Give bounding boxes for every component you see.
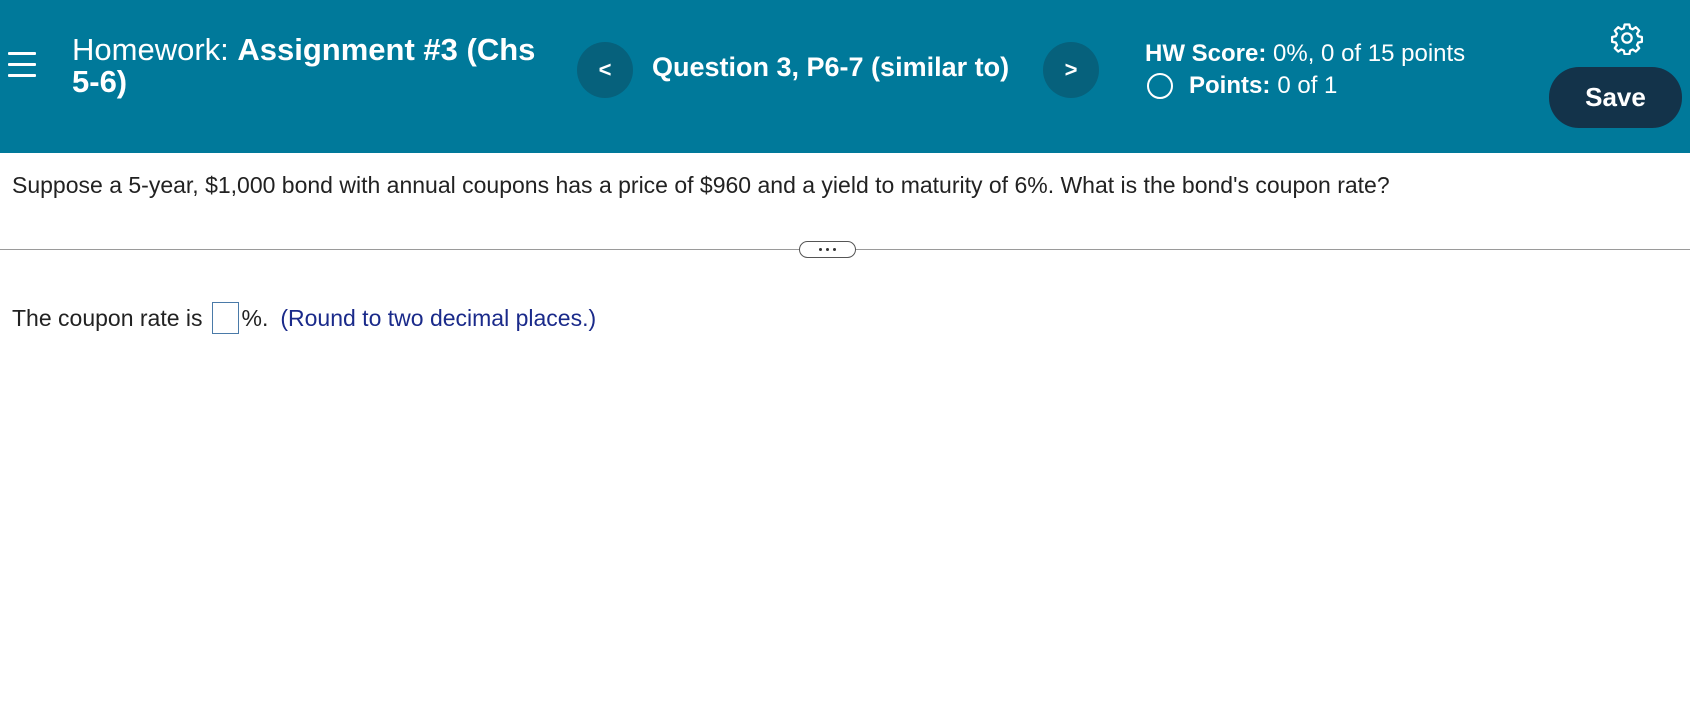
hw-score: HW Score: 0%, 0 of 15 points — [1145, 38, 1465, 70]
save-button[interactable]: Save — [1549, 67, 1682, 128]
answer-suffix: %. — [241, 304, 269, 331]
points-value: 0 of 1 — [1277, 72, 1338, 99]
answer-prefix: The coupon rate is — [12, 304, 203, 331]
rounding-hint: (Round to two decimal places.) — [280, 304, 597, 331]
menu-icon[interactable] — [8, 52, 36, 82]
header-bar: Homework: Assignment #3 (Chs 5-6) < Ques… — [0, 0, 1690, 153]
next-question-button[interactable]: > — [1043, 42, 1099, 98]
coupon-rate-input[interactable] — [211, 302, 239, 334]
score-block: HW Score: 0%, 0 of 15 points Points: 0 o… — [1145, 38, 1465, 102]
answer-row: The coupon rate is %. (Round to two deci… — [12, 302, 596, 334]
circle-icon — [1147, 73, 1173, 99]
question-label: Question 3, P6-7 (similar to) — [652, 52, 1010, 82]
chevron-left-icon: < — [598, 57, 612, 82]
chevron-right-icon: > — [1064, 57, 1078, 82]
question-text: Suppose a 5-year, $1,000 bond with annua… — [12, 172, 1390, 198]
points-row: Points: 0 of 1 — [1145, 70, 1465, 102]
points-label: Points: — [1189, 72, 1271, 99]
hw-score-value: 0%, 0 of 15 points — [1273, 40, 1466, 67]
homework-title: Homework: Assignment #3 (Chs 5-6) — [72, 34, 562, 98]
more-dots-icon[interactable] — [799, 241, 856, 258]
previous-question-button[interactable]: < — [577, 42, 633, 98]
gear-icon[interactable] — [1610, 21, 1644, 55]
hw-score-label: HW Score: — [1145, 40, 1267, 67]
homework-title-label: Homework: — [72, 32, 229, 67]
